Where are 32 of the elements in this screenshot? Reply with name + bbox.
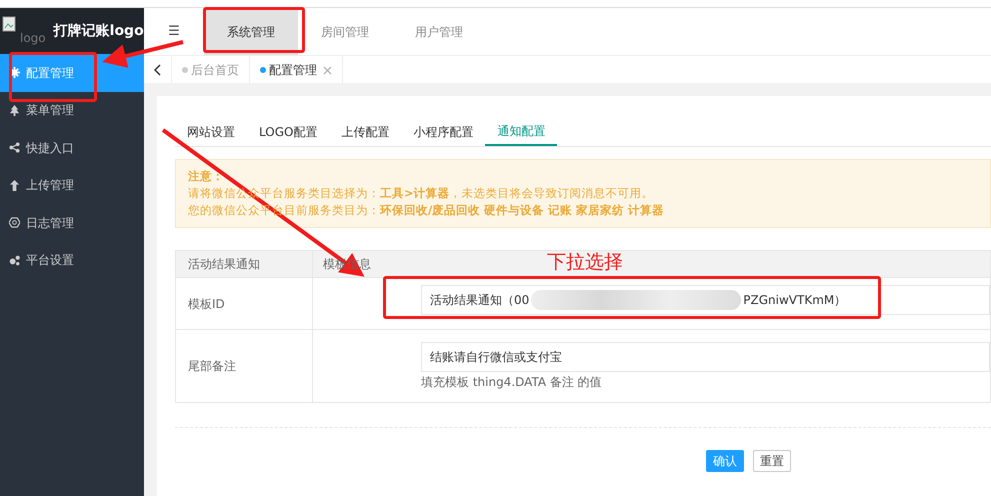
- config-tab[interactable]: 上传配置: [329, 118, 402, 146]
- notice-title: 注意：: [188, 168, 225, 185]
- broken-image-icon: [2, 16, 16, 32]
- config-tab[interactable]: 网站设置: [175, 118, 247, 146]
- select-value-end: PZGniwVTKmM）: [743, 292, 846, 309]
- column-header: 活动结果通知: [188, 256, 260, 273]
- annotation-text: 下拉选择: [547, 250, 623, 275]
- remark-input[interactable]: 结账请自行微信或支付宝: [421, 342, 990, 372]
- reset-button[interactable]: 重置: [753, 450, 791, 472]
- menu-icon[interactable]: ☰: [144, 8, 204, 55]
- row-label: 尾部备注: [176, 330, 313, 402]
- config-tab[interactable]: LOGO配置: [247, 118, 330, 146]
- gears-icon: [9, 254, 20, 266]
- sidebar-item[interactable]: 日志管理: [0, 204, 144, 242]
- sidebar-item[interactable]: 上传管理: [0, 166, 144, 204]
- select-value-start: 活动结果通知（00: [430, 292, 530, 309]
- chevron-left-icon: [154, 64, 162, 76]
- sidebar-item[interactable]: 平台设置: [0, 242, 144, 279]
- logo-alt-text: logo: [20, 30, 46, 47]
- tree-icon: [9, 104, 20, 116]
- sidebar-item[interactable]: 菜单管理: [0, 92, 144, 129]
- config-tab[interactable]: 通知配置: [485, 118, 558, 146]
- config-tab[interactable]: 小程序配置: [401, 118, 486, 146]
- template-select[interactable]: 活动结果通知（00 PZGniwVTKmM）: [421, 285, 990, 315]
- up-arrow-icon: [9, 180, 20, 191]
- sidebar-item[interactable]: 快捷入口: [0, 129, 144, 166]
- hexagon-icon: [9, 217, 20, 228]
- brand-title: 打牌记账logo: [54, 22, 144, 40]
- help-text: 填充模板 thing4.DATA 备注 的值: [421, 374, 603, 390]
- row-label: 模板ID: [176, 278, 313, 329]
- gear-icon: [9, 67, 20, 78]
- share-icon: [9, 142, 20, 154]
